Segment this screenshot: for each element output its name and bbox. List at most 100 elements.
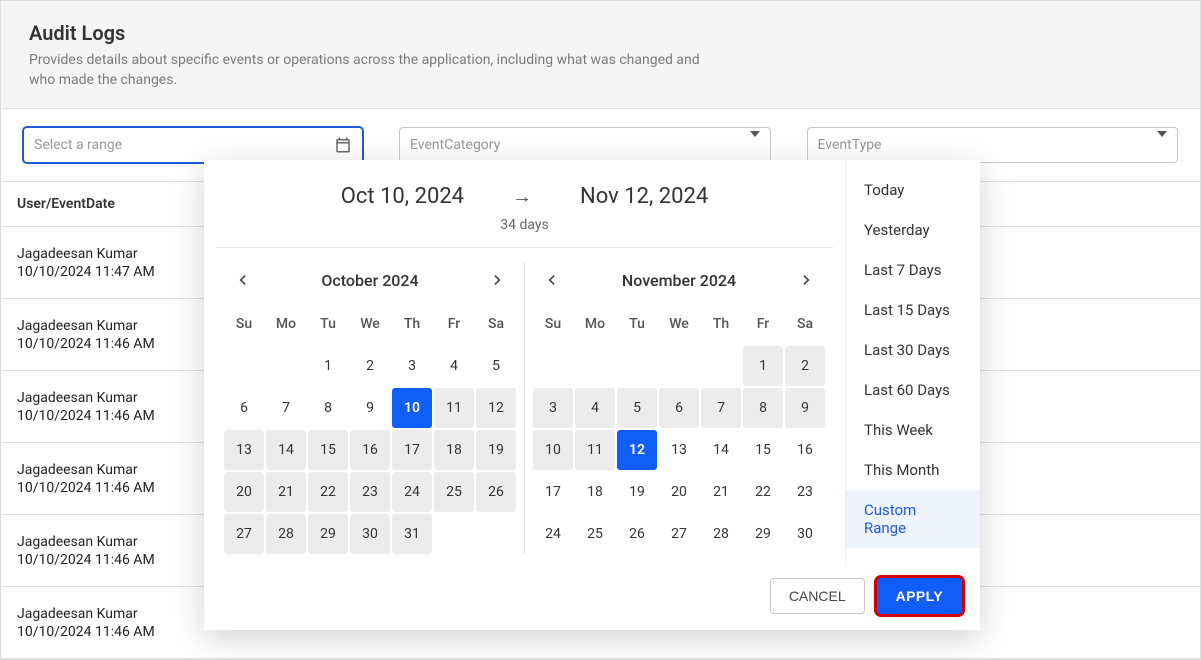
calendar-day[interactable]: 23 (785, 472, 825, 512)
calendar-day[interactable]: 11 (434, 388, 474, 428)
calendar-day[interactable]: 30 (785, 514, 825, 554)
calendar-day[interactable]: 6 (224, 388, 264, 428)
calendar-day[interactable]: 6 (659, 388, 699, 428)
calendar-day[interactable]: 24 (392, 472, 432, 512)
preset-item[interactable]: This Week (846, 410, 980, 450)
calendar-day[interactable]: 5 (617, 388, 657, 428)
calendar-dow: We (659, 304, 699, 344)
preset-item[interactable]: Yesterday (846, 210, 980, 250)
calendar-day[interactable]: 18 (434, 430, 474, 470)
calendar-day[interactable]: 28 (701, 514, 741, 554)
calendar-day[interactable]: 2 (350, 346, 390, 386)
calendar-day[interactable]: 13 (224, 430, 264, 470)
calendar-day[interactable]: 9 (785, 388, 825, 428)
calendar-day[interactable]: 10 (392, 388, 432, 428)
calendar-day[interactable]: 4 (575, 388, 615, 428)
calendar-day[interactable]: 13 (659, 430, 699, 470)
calendar-day[interactable]: 3 (392, 346, 432, 386)
calendar-day[interactable]: 12 (617, 430, 657, 470)
next-month-button[interactable] (486, 268, 510, 292)
calendar-dow: Sa (785, 304, 825, 344)
calendar-dow: Su (533, 304, 573, 344)
calendar-day[interactable]: 31 (392, 514, 432, 554)
calendar-day[interactable]: 21 (701, 472, 741, 512)
calendar-day[interactable]: 23 (350, 472, 390, 512)
range-start-label: Oct 10, 2024 (341, 184, 464, 209)
calendar-day (617, 346, 657, 386)
calendar-day[interactable]: 7 (266, 388, 306, 428)
calendar-day (434, 514, 474, 554)
calendar-day[interactable]: 21 (266, 472, 306, 512)
date-range-input[interactable]: Select a range (23, 127, 363, 163)
calendar-day[interactable]: 20 (224, 472, 264, 512)
calendar-day[interactable]: 25 (575, 514, 615, 554)
calendar-day (476, 514, 516, 554)
calendar-dow: Fr (434, 304, 474, 344)
calendar-day[interactable]: 12 (476, 388, 516, 428)
calendar-day[interactable]: 1 (308, 346, 348, 386)
calendar-day[interactable]: 20 (659, 472, 699, 512)
preset-item[interactable]: Custom Range (846, 490, 980, 548)
calendar-day[interactable]: 25 (434, 472, 474, 512)
arrow-right-icon: → (512, 184, 532, 209)
calendar-dow: We (350, 304, 390, 344)
apply-button[interactable]: APPLY (877, 578, 962, 614)
preset-item[interactable]: This Month (846, 450, 980, 490)
event-category-select[interactable]: EventCategory (399, 127, 771, 163)
calendar-day[interactable]: 18 (575, 472, 615, 512)
calendar-day[interactable]: 15 (743, 430, 783, 470)
calendar-day[interactable]: 27 (659, 514, 699, 554)
calendar-day[interactable]: 29 (743, 514, 783, 554)
calendar-day[interactable]: 28 (266, 514, 306, 554)
calendar-day[interactable]: 26 (617, 514, 657, 554)
range-duration: 34 days (216, 213, 833, 248)
calendar-day[interactable]: 8 (308, 388, 348, 428)
preset-item[interactable]: Last 30 Days (846, 330, 980, 370)
calendar-day[interactable]: 3 (533, 388, 573, 428)
calendar-day[interactable]: 19 (476, 430, 516, 470)
calendar-day[interactable]: 8 (743, 388, 783, 428)
calendar-day[interactable]: 24 (533, 514, 573, 554)
next-month-button[interactable] (795, 268, 819, 292)
calendar-day[interactable]: 22 (308, 472, 348, 512)
calendar-day[interactable]: 10 (533, 430, 573, 470)
calendar-day[interactable]: 5 (476, 346, 516, 386)
prev-month-button[interactable] (539, 268, 563, 292)
calendar-left-title: October 2024 (321, 271, 418, 290)
calendar-day[interactable]: 27 (224, 514, 264, 554)
preset-item[interactable]: Last 15 Days (846, 290, 980, 330)
range-end-label: Nov 12, 2024 (580, 184, 708, 209)
calendar-day[interactable]: 14 (266, 430, 306, 470)
calendar-day[interactable]: 26 (476, 472, 516, 512)
event-type-select[interactable]: EventType (807, 127, 1179, 163)
calendar-day[interactable]: 19 (617, 472, 657, 512)
calendar-day[interactable]: 7 (701, 388, 741, 428)
preset-item[interactable]: Last 60 Days (846, 370, 980, 410)
event-type-placeholder: EventType (818, 137, 882, 153)
calendar-day[interactable]: 2 (785, 346, 825, 386)
calendar-day[interactable]: 14 (701, 430, 741, 470)
calendar-dow: Su (224, 304, 264, 344)
calendar-day[interactable]: 22 (743, 472, 783, 512)
calendar-day[interactable]: 11 (575, 430, 615, 470)
calendar-day[interactable]: 17 (392, 430, 432, 470)
prev-month-button[interactable] (230, 268, 254, 292)
calendar-day[interactable]: 29 (308, 514, 348, 554)
calendar-day (575, 346, 615, 386)
calendar-dow: Mo (575, 304, 615, 344)
calendar-day[interactable]: 15 (308, 430, 348, 470)
preset-list: TodayYesterdayLast 7 DaysLast 15 DaysLas… (845, 160, 980, 566)
calendar-day[interactable]: 30 (350, 514, 390, 554)
calendar-day[interactable]: 4 (434, 346, 474, 386)
calendar-day[interactable]: 16 (350, 430, 390, 470)
calendar-day[interactable]: 16 (785, 430, 825, 470)
calendar-day (224, 346, 264, 386)
calendar-day[interactable]: 17 (533, 472, 573, 512)
preset-item[interactable]: Today (846, 170, 980, 210)
calendar-day[interactable]: 1 (743, 346, 783, 386)
calendar-day[interactable]: 9 (350, 388, 390, 428)
cancel-button[interactable]: CANCEL (770, 578, 865, 614)
page-title: Audit Logs (29, 21, 1172, 45)
preset-item[interactable]: Last 7 Days (846, 250, 980, 290)
calendar-icon (334, 136, 352, 154)
